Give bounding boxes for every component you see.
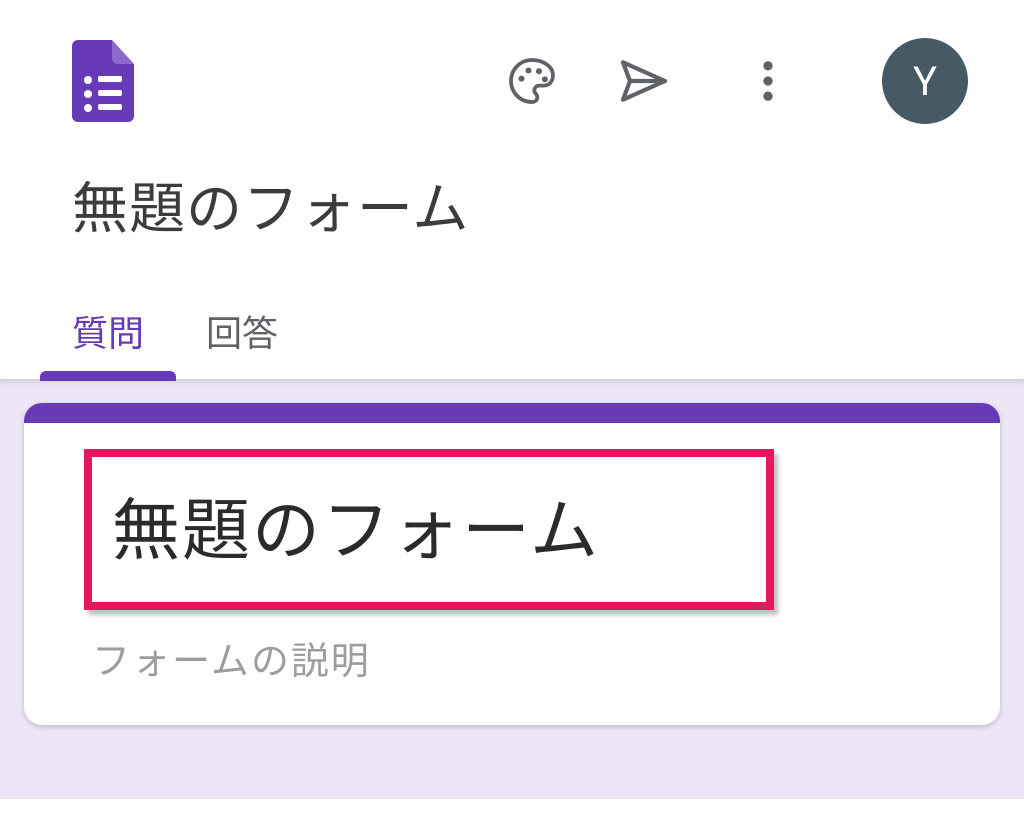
- card-accent-bar: [24, 403, 1000, 423]
- avatar-initial: Y: [913, 58, 937, 105]
- form-description-input[interactable]: フォームの説明: [84, 630, 940, 685]
- document-title[interactable]: 無題のフォーム: [72, 164, 952, 245]
- form-title-highlight: 無題のフォーム: [84, 449, 774, 610]
- form-title-input[interactable]: 無題のフォーム: [112, 475, 746, 574]
- palette-icon[interactable]: [496, 45, 568, 117]
- tab-responses[interactable]: 回答: [206, 305, 278, 379]
- form-canvas: 無題のフォーム フォームの説明: [0, 379, 1024, 799]
- card-body: 無題のフォーム フォームの説明: [24, 423, 1000, 725]
- account-avatar[interactable]: Y: [882, 38, 968, 124]
- header-toolbar: Y: [0, 0, 1024, 144]
- more-icon[interactable]: [732, 45, 804, 117]
- send-icon[interactable]: [608, 45, 680, 117]
- document-title-row: 無題のフォーム: [0, 144, 1024, 245]
- tab-questions[interactable]: 質問: [72, 305, 144, 379]
- tabs: 質問 回答: [0, 245, 1024, 379]
- form-header-card[interactable]: 無題のフォーム フォームの説明: [24, 403, 1000, 725]
- forms-logo-icon[interactable]: [72, 40, 134, 122]
